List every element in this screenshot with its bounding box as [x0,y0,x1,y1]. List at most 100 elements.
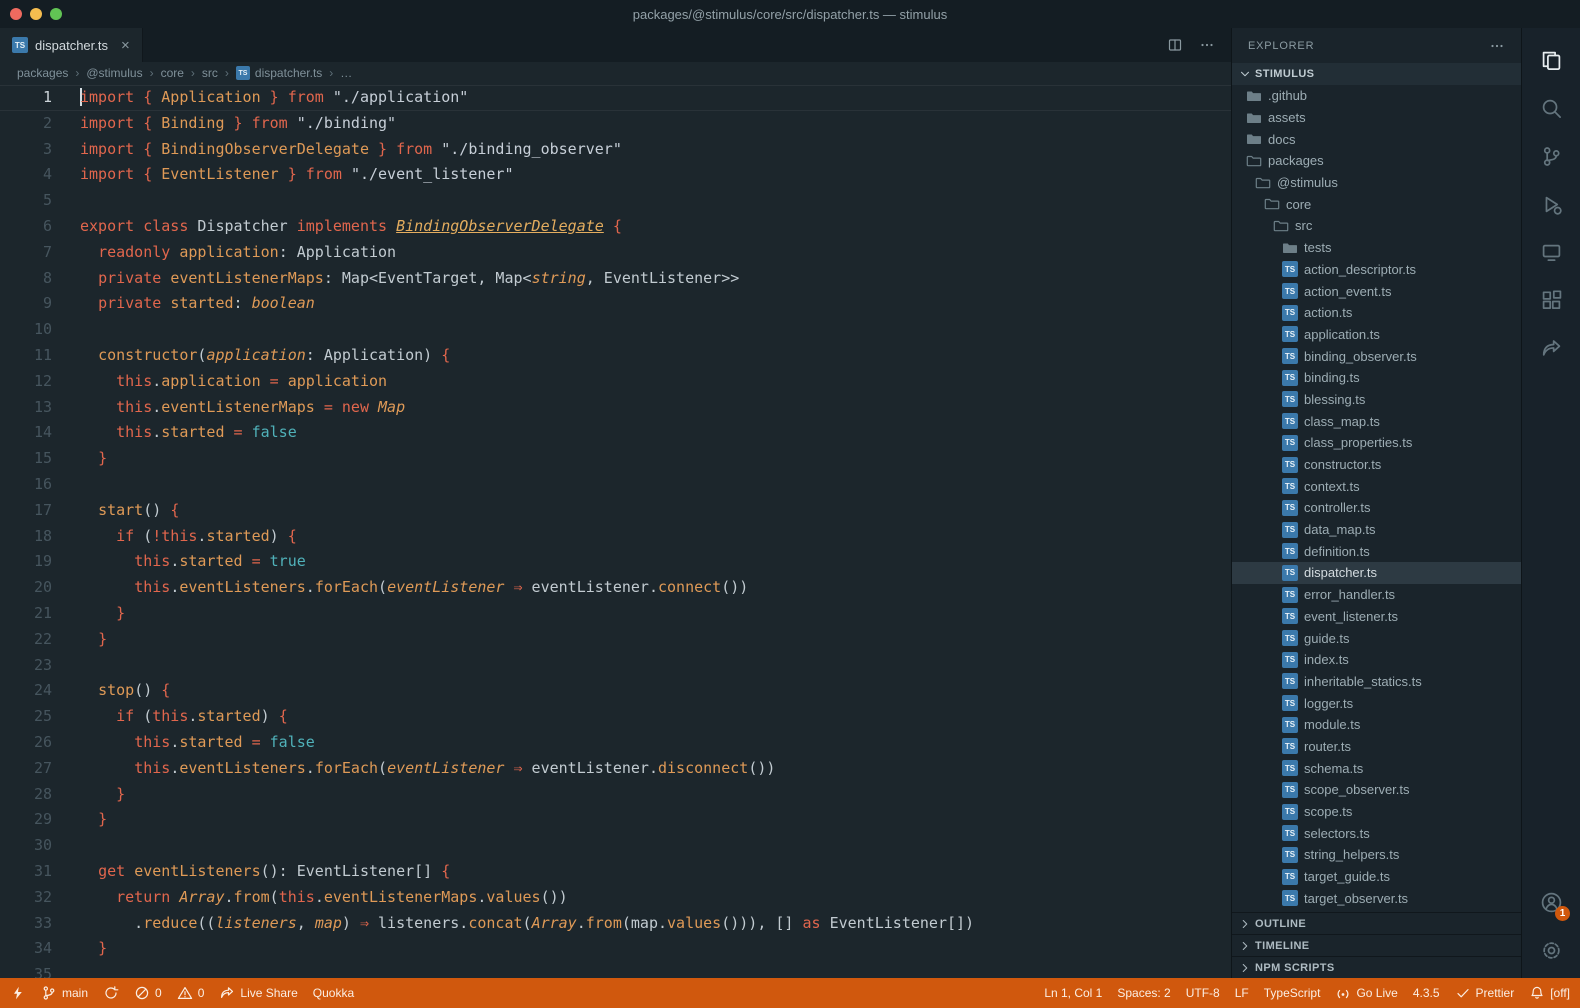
tree-item-event-listener-ts[interactable]: TSevent_listener.ts [1232,606,1521,628]
code-line[interactable]: 7 readonly application: Application [0,240,1231,266]
code-line[interactable]: 26 this.started = false [0,730,1231,756]
code-line[interactable]: 11 constructor(application: Application)… [0,343,1231,369]
tree-item-target-guide-ts[interactable]: TStarget_guide.ts [1232,866,1521,888]
code-line[interactable]: 5 [0,188,1231,214]
tree-item-constructor-ts[interactable]: TSconstructor.ts [1232,454,1521,476]
breadcrumb-item[interactable]: … [340,66,352,80]
split-editor-icon[interactable] [1167,37,1183,53]
status-4-3-5[interactable]: 4.3.5 [1413,986,1440,1000]
tree-item-string-helpers-ts[interactable]: TSstring_helpers.ts [1232,844,1521,866]
code-line[interactable]: 3import { BindingObserverDelegate } from… [0,137,1231,163]
breadcrumb-item[interactable]: @stimulus [86,66,142,80]
breadcrumb-item[interactable]: packages [17,66,68,80]
tree-item-binding-ts[interactable]: TSbinding.ts [1232,367,1521,389]
remote-explorer-icon[interactable] [1527,228,1575,276]
code-line[interactable]: 21 } [0,601,1231,627]
minimize-window-button[interactable] [30,8,42,20]
account-icon[interactable]: 1 [1527,878,1575,926]
tree-item-data-map-ts[interactable]: TSdata_map.ts [1232,519,1521,541]
tree-item--github[interactable]: .github [1232,85,1521,107]
status-0[interactable]: 0 [134,985,162,1001]
tree-item-tests[interactable]: tests [1232,237,1521,259]
code-line[interactable]: 1import { Application } from "./applicat… [0,85,1231,111]
status--off-[interactable]: [off] [1529,985,1570,1001]
maximize-window-button[interactable] [50,8,62,20]
code-line[interactable]: 15 } [0,446,1231,472]
tree-item-inheritable-statics-ts[interactable]: TSinheritable_statics.ts [1232,671,1521,693]
status-go-live[interactable]: Go Live [1335,985,1397,1001]
code-line[interactable]: 12 this.application = application [0,369,1231,395]
editor-tab[interactable]: TSdispatcher.ts× [0,28,143,62]
live-share-icon[interactable] [1527,324,1575,372]
code-line[interactable]: 6export class Dispatcher implements Bind… [0,214,1231,240]
code-line[interactable]: 24 stop() { [0,678,1231,704]
tree-item-definition-ts[interactable]: TSdefinition.ts [1232,540,1521,562]
code-line[interactable]: 28 } [0,782,1231,808]
code-line[interactable]: 31 get eventListeners(): EventListener[]… [0,859,1231,885]
tree-item-target-observer-ts[interactable]: TStarget_observer.ts [1232,887,1521,909]
status-quokka[interactable]: Quokka [313,986,354,1000]
code-line[interactable]: 22 } [0,627,1231,653]
code-line[interactable]: 30 [0,833,1231,859]
code-line[interactable]: 23 [0,653,1231,679]
tree-item-scope-observer-ts[interactable]: TSscope_observer.ts [1232,779,1521,801]
code-line[interactable]: 33 .reduce((listeners, map) ⇒ listeners.… [0,911,1231,937]
run-debug-icon[interactable] [1527,180,1575,228]
tree-item--stimulus[interactable]: @stimulus [1232,172,1521,194]
tree-item-docs[interactable]: docs [1232,128,1521,150]
search-icon[interactable] [1527,84,1575,132]
tree-item-controller-ts[interactable]: TScontroller.ts [1232,497,1521,519]
status-utf-8[interactable]: UTF-8 [1186,986,1220,1000]
tree-item-blessing-ts[interactable]: TSblessing.ts [1232,389,1521,411]
code-line[interactable]: 18 if (!this.started) { [0,524,1231,550]
code-line[interactable]: 8 private eventListenerMaps: Map<EventTa… [0,266,1231,292]
status-prettier[interactable]: Prettier [1455,985,1515,1001]
extensions-icon[interactable] [1527,276,1575,324]
status-lightning-icon[interactable] [10,985,26,1001]
settings-gear-icon[interactable] [1527,926,1575,974]
tree-item-error-handler-ts[interactable]: TSerror_handler.ts [1232,584,1521,606]
more-actions-icon[interactable] [1199,37,1215,53]
tree-item-context-ts[interactable]: TScontext.ts [1232,475,1521,497]
tree-item-module-ts[interactable]: TSmodule.ts [1232,714,1521,736]
code-line[interactable]: 25 if (this.started) { [0,704,1231,730]
tree-item-index-ts[interactable]: TSindex.ts [1232,649,1521,671]
breadcrumb-item[interactable]: TSdispatcher.ts [236,66,322,80]
section-stimulus[interactable]: STIMULUS [1232,63,1521,85]
breadcrumb-item[interactable]: src [202,66,218,80]
status-typescript[interactable]: TypeScript [1264,986,1321,1000]
section-outline[interactable]: OUTLINE [1232,912,1521,934]
tree-item-class-map-ts[interactable]: TSclass_map.ts [1232,410,1521,432]
close-window-button[interactable] [10,8,22,20]
status-spaces-2[interactable]: Spaces: 2 [1117,986,1170,1000]
tree-item-dispatcher-ts[interactable]: TSdispatcher.ts [1232,562,1521,584]
files-icon[interactable] [1527,36,1575,84]
tree-item-class-properties-ts[interactable]: TSclass_properties.ts [1232,432,1521,454]
tree-item-packages[interactable]: packages [1232,150,1521,172]
tree-item-router-ts[interactable]: TSrouter.ts [1232,736,1521,758]
code-line[interactable]: 16 [0,472,1231,498]
code-line[interactable]: 35 [0,962,1231,978]
status-sync-icon[interactable] [103,985,119,1001]
status-0[interactable]: 0 [177,985,205,1001]
code-line[interactable]: 17 start() { [0,498,1231,524]
source-control-icon[interactable] [1527,132,1575,180]
status-live-share[interactable]: Live Share [219,985,297,1001]
status-main[interactable]: main [41,985,88,1001]
code-editor[interactable]: 1import { Application } from "./applicat… [0,84,1231,978]
breadcrumb-item[interactable]: core [161,66,184,80]
code-line[interactable]: 13 this.eventListenerMaps = new Map [0,395,1231,421]
tree-item-core[interactable]: core [1232,193,1521,215]
tree-item-guide-ts[interactable]: TSguide.ts [1232,627,1521,649]
code-line[interactable]: 29 } [0,807,1231,833]
code-line[interactable]: 14 this.started = false [0,420,1231,446]
code-line[interactable]: 19 this.started = true [0,549,1231,575]
tree-item-action-ts[interactable]: TSaction.ts [1232,302,1521,324]
tree-item-selectors-ts[interactable]: TSselectors.ts [1232,822,1521,844]
tree-item-logger-ts[interactable]: TSlogger.ts [1232,692,1521,714]
code-line[interactable]: 20 this.eventListeners.forEach(eventList… [0,575,1231,601]
code-line[interactable]: 10 [0,317,1231,343]
section-timeline[interactable]: TIMELINE [1232,934,1521,956]
code-line[interactable]: 4import { EventListener } from "./event_… [0,162,1231,188]
tree-item-application-ts[interactable]: TSapplication.ts [1232,324,1521,346]
